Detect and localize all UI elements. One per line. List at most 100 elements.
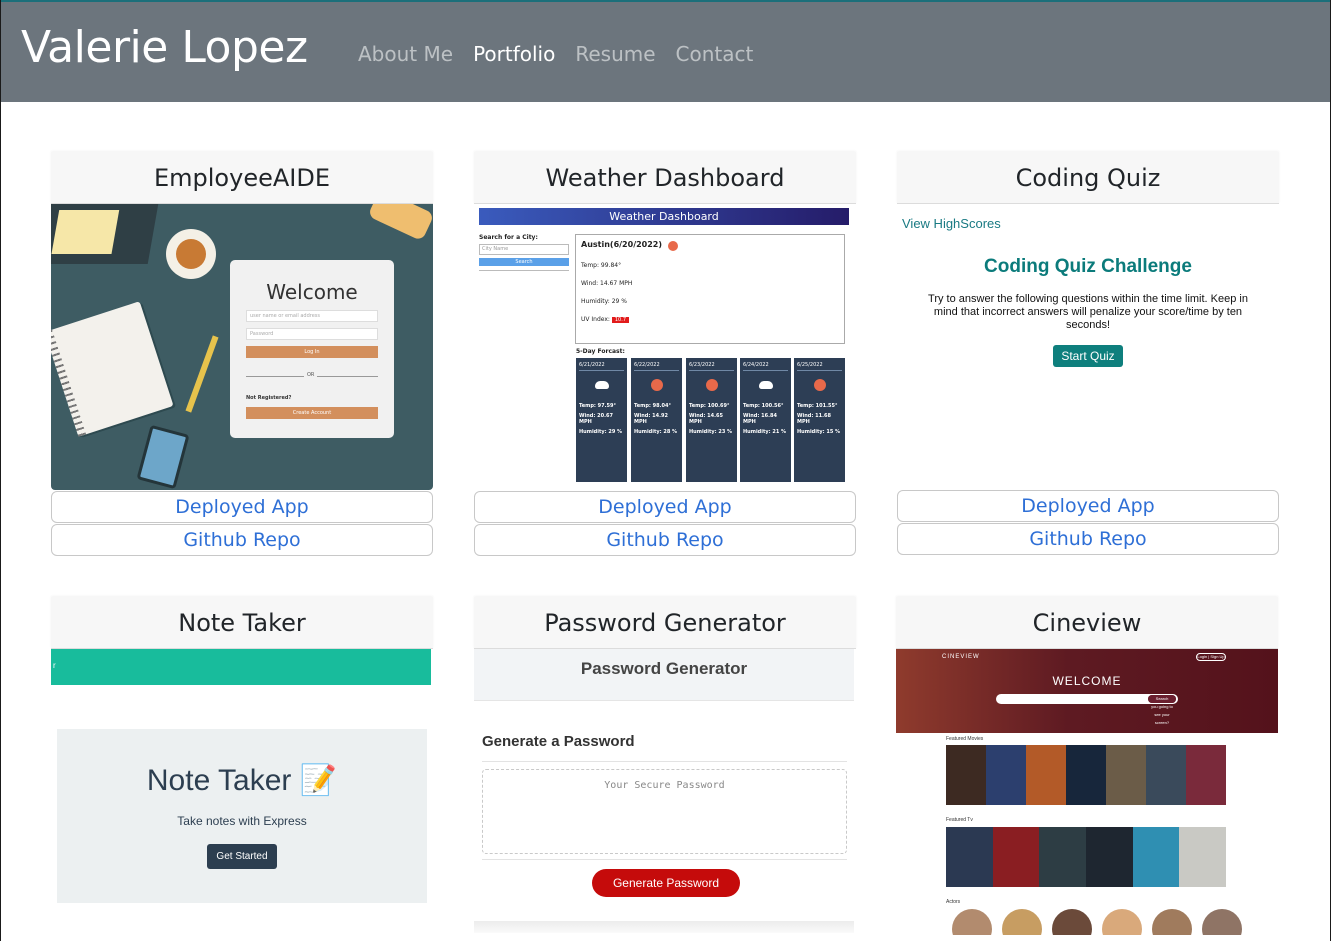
login-button: Log In <box>246 346 378 358</box>
github-repo-button[interactable]: Github Repo <box>51 524 433 556</box>
forecast-wind: Wind: 16.84 MPH <box>743 413 777 425</box>
current-weather: Austin(6/20/2022) Temp: 99.84° Wind: 14.… <box>575 234 845 344</box>
movie-poster <box>1106 745 1146 805</box>
current-temp: Temp: 99.84° <box>581 261 622 269</box>
forecast-date: 6/22/2022 <box>634 362 679 371</box>
not-registered-text: Not Registered? <box>246 395 292 401</box>
coding-quiz-preview: View HighScores Coding Quiz Challenge Tr… <box>897 204 1279 489</box>
current-wind: Wind: 14.67 MPH <box>581 279 633 287</box>
tv-poster <box>1086 827 1133 887</box>
coffee-cup-illustration <box>166 229 216 279</box>
forecast-temp: Temp: 101.55° <box>797 403 838 409</box>
uv-badge: 10.7 <box>611 316 630 323</box>
card-title: Password Generator <box>474 597 856 649</box>
forecast-temp: Temp: 98.04° <box>634 403 671 409</box>
forecast-date: 6/24/2022 <box>743 362 788 371</box>
deployed-app-button[interactable]: Deployed App <box>897 490 1279 522</box>
forecast-wind: Wind: 20.67 MPH <box>579 413 613 425</box>
movie-poster <box>986 745 1026 805</box>
forecast-humidity: Humidity: 23 % <box>689 429 733 435</box>
tv-poster <box>946 827 993 887</box>
actors-label: Actors <box>946 899 961 905</box>
card-title: Note Taker <box>51 597 433 649</box>
welcome-heading: WELCOME <box>1052 674 1122 688</box>
movie-poster <box>1026 745 1066 805</box>
search-button: Search <box>1148 695 1176 703</box>
generate-password-button: Generate Password <box>592 869 740 897</box>
deployed-app-button[interactable]: Deployed App <box>474 491 856 523</box>
weather-preview: Weather Dashboard Search for a City: Cit… <box>474 204 856 490</box>
tv-posters-row <box>946 827 1227 887</box>
actor-photo <box>1102 909 1142 935</box>
nav-about-me[interactable]: About Me <box>358 42 453 66</box>
project-card-password-generator: Password Generator Password Generator Ge… <box>474 597 856 935</box>
forecast-date: 6/21/2022 <box>579 362 624 371</box>
divider <box>482 761 847 762</box>
nav-resume[interactable]: Resume <box>575 42 655 66</box>
or-divider: OR <box>246 372 378 378</box>
actor-photo <box>1002 909 1042 935</box>
forecast-humidity: Humidity: 28 % <box>634 429 678 435</box>
project-screenshot: CINEVIEW Login | Sign Up WELCOME What fi… <box>896 649 1278 935</box>
start-quiz-button: Start Quiz <box>1053 345 1123 367</box>
forecast-humidity: Humidity: 21 % <box>743 429 787 435</box>
forecast-temp: Temp: 100.56° <box>743 403 784 409</box>
weather-search-panel: Search for a City: City Name Search <box>479 234 569 271</box>
brand-name[interactable]: Valerie Lopez <box>21 22 308 73</box>
card-title: Coding Quiz <box>897 152 1279 204</box>
card-title: Weather Dashboard <box>474 152 856 204</box>
books-illustration <box>367 204 433 242</box>
project-screenshot: r Note Taker 📝 Take notes with Express G… <box>51 649 433 935</box>
github-repo-button[interactable]: Github Repo <box>897 523 1279 555</box>
login-button: Login | Sign Up <box>1196 653 1226 661</box>
project-screenshot: Weather Dashboard Search for a City: Cit… <box>474 204 856 490</box>
nav-links: About Me Portfolio Resume Contact <box>358 42 753 66</box>
sun-icon <box>650 379 663 391</box>
forecast-temp: Temp: 100.69° <box>689 403 730 409</box>
create-account-button: Create Account <box>246 407 378 419</box>
sun-icon <box>668 240 679 251</box>
project-card-cineview: Cineview CINEVIEW Login | Sign Up WELCOM… <box>896 597 1278 935</box>
nav-portfolio[interactable]: Portfolio <box>473 42 555 66</box>
username-field: user name or email address <box>246 310 378 322</box>
cloud-icon <box>594 381 609 389</box>
card-title: EmployeeAIDE <box>51 152 433 204</box>
forecast-humidity: Humidity: 15 % <box>797 429 841 435</box>
navbar: Valerie Lopez About Me Portfolio Resume … <box>0 0 1331 102</box>
note-navbar: r <box>51 649 431 685</box>
project-screenshot: View HighScores Coding Quiz Challenge Tr… <box>897 204 1279 489</box>
get-started-button: Get Started <box>207 844 277 869</box>
sun-icon <box>705 379 718 391</box>
phone-illustration <box>136 424 190 490</box>
search-label: Search for a City: <box>479 234 538 241</box>
cineview-logo: CINEVIEW <box>942 654 980 660</box>
pw-subheader: Generate a Password <box>482 733 635 750</box>
movie-poster <box>1186 745 1226 805</box>
project-card-note-taker: Note Taker r Note Taker 📝 Take notes wit… <box>51 597 433 935</box>
search-bar: What film are you going to see your scre… <box>996 694 1178 725</box>
forecast-card: 6/21/2022 Temp: 97.59° Wind: 20.67 MPH H… <box>576 358 627 482</box>
password-field: Password <box>246 328 378 340</box>
forecast-humidity: Humidity: 29 % <box>579 429 623 435</box>
featured-tv-label: Featured Tv <box>946 817 973 823</box>
password-generator-preview: Password Generator Generate a Password Y… <box>474 649 856 935</box>
tv-poster <box>992 827 1040 887</box>
forecast-wind: Wind: 11.68 MPH <box>797 413 831 425</box>
city-date: Austin(6/20/2022) <box>581 240 663 249</box>
actors-row <box>952 909 1242 935</box>
project-card-employeeaide: EmployeeAIDE Welcome user name or email … <box>51 152 433 556</box>
or-text: OR <box>304 372 318 378</box>
nav-contact[interactable]: Contact <box>676 42 754 66</box>
forecast-date: 6/23/2022 <box>689 362 734 371</box>
current-uv: UV Index: 10.7 <box>581 316 839 323</box>
github-repo-button[interactable]: Github Repo <box>474 524 856 556</box>
tv-poster <box>1039 827 1087 887</box>
movie-poster <box>1066 745 1106 805</box>
tv-poster <box>1132 827 1180 887</box>
note-heading: Note Taker 📝 <box>146 764 338 797</box>
uv-label: UV Index: <box>581 315 610 323</box>
notebook-illustration <box>51 301 174 437</box>
deployed-app-button[interactable]: Deployed App <box>51 491 433 523</box>
pen-illustration <box>185 335 219 413</box>
sun-icon <box>813 379 826 391</box>
